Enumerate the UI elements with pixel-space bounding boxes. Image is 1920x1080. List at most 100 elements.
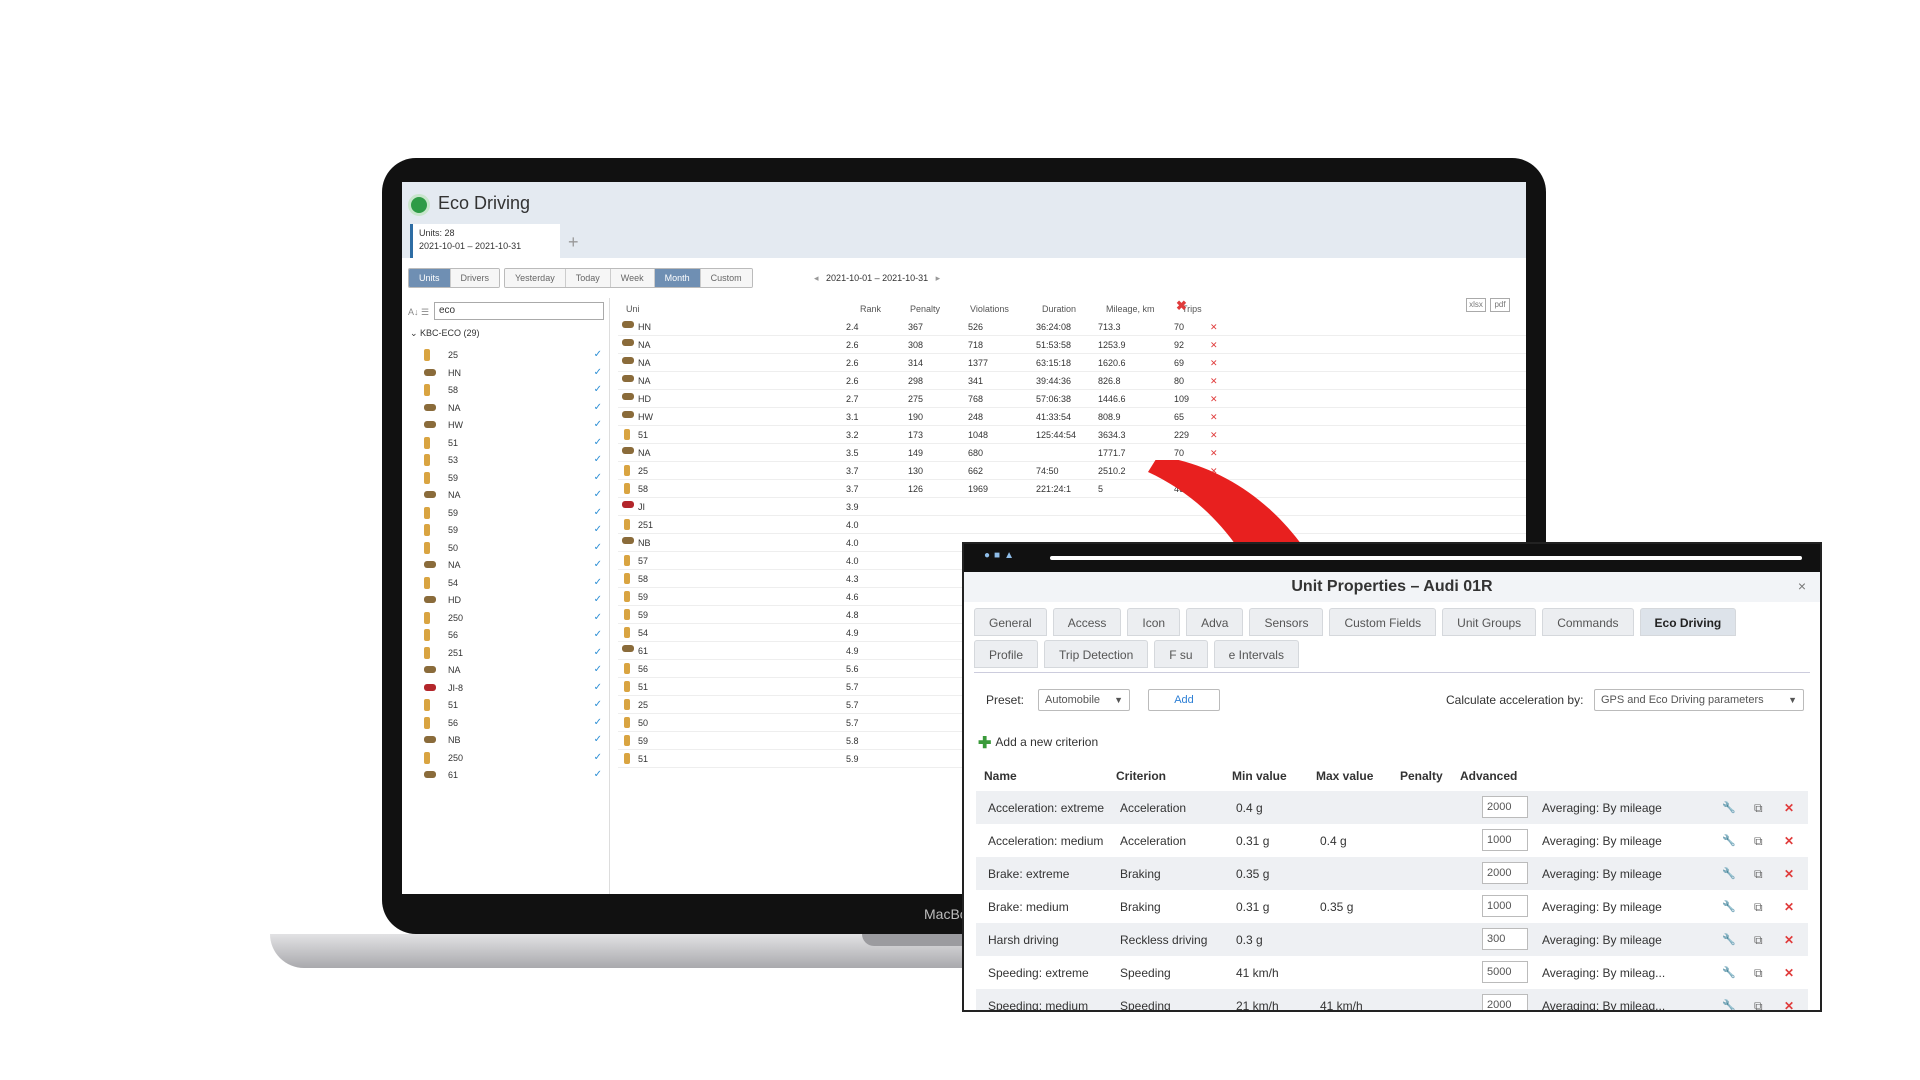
table-row[interactable]: NA 2.6 298 341 39:44:36 826.8 80 ✕ [618, 372, 1526, 390]
delete-icon[interactable]: ✕ [1784, 900, 1794, 914]
window-controls-icon[interactable]: ●■▲ [984, 550, 1018, 561]
criteria-row[interactable]: Brake: medium Braking 0.31 g 0.35 g 1000 Aver… [976, 890, 1808, 923]
penalty-input[interactable]: 1000 [1482, 829, 1528, 851]
wrench-icon[interactable]: 🔧 [1722, 999, 1736, 1010]
table-row[interactable]: 51 3.2 173 1048 125:44:54 3634.3 229 ✕ [618, 426, 1526, 444]
calc-acceleration-select[interactable]: GPS and Eco Driving parameters ▼ [1594, 689, 1804, 711]
tab-sensors[interactable]: Sensors [1249, 608, 1324, 636]
column-header[interactable]: Penalty [910, 304, 940, 314]
check-icon[interactable]: ✓ [594, 594, 602, 605]
period-today[interactable]: Today [565, 269, 611, 287]
check-icon[interactable]: ✓ [594, 384, 602, 395]
delete-icon[interactable]: ✕ [1784, 801, 1794, 815]
check-icon[interactable]: ✓ [594, 769, 602, 780]
tab-custom-fields[interactable]: Custom Fields [1329, 608, 1437, 636]
remove-row-icon[interactable]: ✕ [1210, 358, 1218, 369]
close-icon[interactable]: × [1798, 578, 1806, 594]
period-custom[interactable]: Custom [700, 269, 752, 287]
copy-icon[interactable]: ⧉ [1754, 867, 1763, 882]
table-row[interactable]: NA 2.6 314 1377 63:15:18 1620.6 69 ✕ [618, 354, 1526, 372]
penalty-input[interactable]: 2000 [1482, 862, 1528, 884]
criteria-row[interactable]: Brake: extreme Braking 0.35 g 2000 Averaging… [976, 857, 1808, 890]
column-header[interactable]: Uni [626, 304, 640, 314]
prev-period-icon[interactable]: ◂ [814, 273, 824, 283]
check-icon[interactable]: ✓ [594, 647, 602, 658]
check-icon[interactable]: ✓ [594, 559, 602, 570]
wrench-icon[interactable]: 🔧 [1722, 900, 1736, 913]
check-icon[interactable]: ✓ [594, 419, 602, 430]
remove-row-icon[interactable]: ✕ [1210, 394, 1218, 405]
table-row[interactable]: HW 3.1 190 248 41:33:54 808.9 65 ✕ [618, 408, 1526, 426]
copy-icon[interactable]: ⧉ [1754, 900, 1763, 915]
period-yesterday[interactable]: Yesterday [505, 269, 566, 287]
tab-f-su[interactable]: F su [1154, 640, 1208, 668]
criteria-row[interactable]: Acceleration: medium Acceleration 0.31 g 0.… [976, 824, 1808, 857]
check-icon[interactable]: ✓ [594, 699, 602, 710]
delete-column-icon[interactable]: ✖ [1176, 298, 1187, 314]
penalty-input[interactable]: 5000 [1482, 961, 1528, 983]
tab-commands[interactable]: Commands [1542, 608, 1634, 636]
remove-row-icon[interactable]: ✕ [1210, 430, 1218, 441]
export-pdf-button[interactable]: pdf [1490, 298, 1510, 312]
column-header[interactable]: Violations [970, 304, 1009, 314]
copy-icon[interactable]: ⧉ [1754, 933, 1763, 948]
tab-unit-groups[interactable]: Unit Groups [1442, 608, 1537, 636]
check-icon[interactable]: ✓ [594, 752, 602, 763]
table-row[interactable]: NA 2.6 308 718 51:53:58 1253.9 92 ✕ [618, 336, 1526, 354]
check-icon[interactable]: ✓ [594, 734, 602, 745]
tab-e-intervals[interactable]: e Intervals [1213, 640, 1299, 668]
remove-row-icon[interactable]: ✕ [1210, 412, 1218, 423]
tab-drivers[interactable]: Drivers [450, 269, 500, 287]
check-icon[interactable]: ✓ [594, 577, 602, 588]
delete-icon[interactable]: ✕ [1784, 999, 1794, 1010]
delete-icon[interactable]: ✕ [1784, 933, 1794, 947]
penalty-input[interactable]: 1000 [1482, 895, 1528, 917]
tab-adva[interactable]: Adva [1186, 608, 1244, 636]
export-xlsx-button[interactable]: xlsx [1466, 298, 1486, 312]
check-icon[interactable]: ✓ [594, 349, 602, 360]
criteria-row[interactable]: Harsh driving Reckless driving 0.3 g 300 Ave… [976, 923, 1808, 956]
criteria-row[interactable]: Speeding: medium Speeding 21 km/h 41 km/h 20… [976, 989, 1808, 1010]
tab-trip-detection[interactable]: Trip Detection [1044, 640, 1149, 668]
wrench-icon[interactable]: 🔧 [1722, 801, 1736, 814]
check-icon[interactable]: ✓ [594, 402, 602, 413]
wrench-icon[interactable]: 🔧 [1722, 867, 1736, 880]
add-criterion-link[interactable]: ✚ Add a new criterion [978, 733, 1098, 753]
column-header[interactable]: Duration [1042, 304, 1076, 314]
period-month[interactable]: Month [654, 269, 701, 287]
unit-list-item[interactable]: 61 ✓ [420, 766, 606, 786]
check-icon[interactable]: ✓ [594, 682, 602, 693]
remove-row-icon[interactable]: ✕ [1210, 448, 1218, 459]
check-icon[interactable]: ✓ [594, 664, 602, 675]
wrench-icon[interactable]: 🔧 [1722, 966, 1736, 979]
check-icon[interactable]: ✓ [594, 612, 602, 623]
delete-icon[interactable]: ✕ [1784, 834, 1794, 848]
check-icon[interactable]: ✓ [594, 629, 602, 640]
check-icon[interactable]: ✓ [594, 367, 602, 378]
search-input[interactable]: eco [434, 302, 604, 320]
table-row[interactable]: HD 2.7 275 768 57:06:38 1446.6 109 ✕ [618, 390, 1526, 408]
delete-icon[interactable]: ✕ [1784, 867, 1794, 881]
delete-icon[interactable]: ✕ [1784, 966, 1794, 980]
check-icon[interactable]: ✓ [594, 507, 602, 518]
group-header[interactable]: ⌄ KBC-ECO (29) [410, 328, 480, 339]
column-header[interactable]: Rank [860, 304, 881, 314]
penalty-input[interactable]: 300 [1482, 928, 1528, 950]
period-week[interactable]: Week [610, 269, 655, 287]
check-icon[interactable]: ✓ [594, 524, 602, 535]
report-tab[interactable]: Units: 28 2021-10-01 – 2021-10-31 [410, 224, 560, 258]
tab-icon[interactable]: Icon [1127, 608, 1181, 636]
remove-row-icon[interactable]: ✕ [1210, 376, 1218, 387]
tab-general[interactable]: General [974, 608, 1047, 636]
wrench-icon[interactable]: 🔧 [1722, 933, 1736, 946]
check-icon[interactable]: ✓ [594, 454, 602, 465]
check-icon[interactable]: ✓ [594, 489, 602, 500]
add-tab-button[interactable]: + [568, 232, 579, 253]
tab-units[interactable]: Units [409, 269, 451, 287]
next-period-icon[interactable]: ▸ [931, 273, 941, 283]
column-header[interactable]: Mileage, km [1106, 304, 1155, 314]
check-icon[interactable]: ✓ [594, 542, 602, 553]
tab-eco-driving[interactable]: Eco Driving [1639, 608, 1737, 636]
preset-select[interactable]: Automobile ▼ [1038, 689, 1130, 711]
criteria-row[interactable]: Speeding: extreme Speeding 41 km/h 5000 Aver… [976, 956, 1808, 989]
